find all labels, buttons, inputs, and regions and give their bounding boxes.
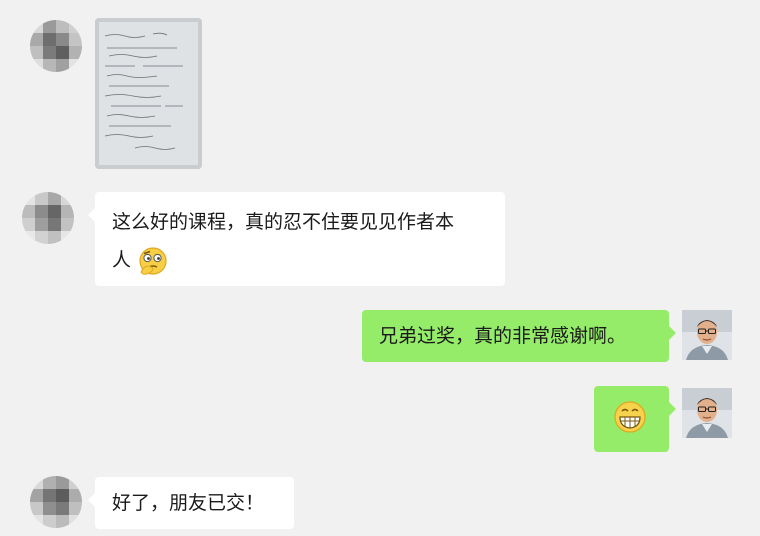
message-text-line: 人 [112, 241, 491, 279]
author-photo-icon [682, 310, 732, 360]
grinning-emoji-icon [614, 401, 646, 433]
sender-avatar[interactable] [30, 20, 82, 72]
incoming-message-bubble[interactable]: 这么好的课程，真的忍不住要见见作者本 人 [88, 192, 505, 286]
mosaic-avatar-icon [30, 20, 82, 72]
sender-avatar[interactable] [30, 476, 82, 528]
message-text: 好了，朋友已交！ [112, 492, 265, 514]
handwritten-notes-photo [95, 18, 202, 169]
mosaic-avatar-icon [22, 192, 74, 244]
sender-avatar[interactable] [22, 192, 74, 244]
my-avatar[interactable] [682, 310, 732, 360]
my-avatar[interactable] [682, 388, 732, 438]
author-photo-icon [682, 388, 732, 438]
thinking-emoji-icon [139, 246, 167, 275]
message-text-line: 这么好的课程，真的忍不住要见见作者本 [112, 211, 455, 233]
mosaic-avatar-icon [30, 476, 82, 528]
message-text: 兄弟过奖，真的非常感谢啊。 [379, 325, 627, 347]
incoming-message-bubble[interactable]: 好了，朋友已交！ [88, 477, 294, 529]
outgoing-emoji-bubble[interactable] [594, 386, 676, 452]
outgoing-message-bubble[interactable]: 兄弟过奖，真的非常感谢啊。 [362, 310, 676, 362]
image-message[interactable] [95, 18, 202, 169]
